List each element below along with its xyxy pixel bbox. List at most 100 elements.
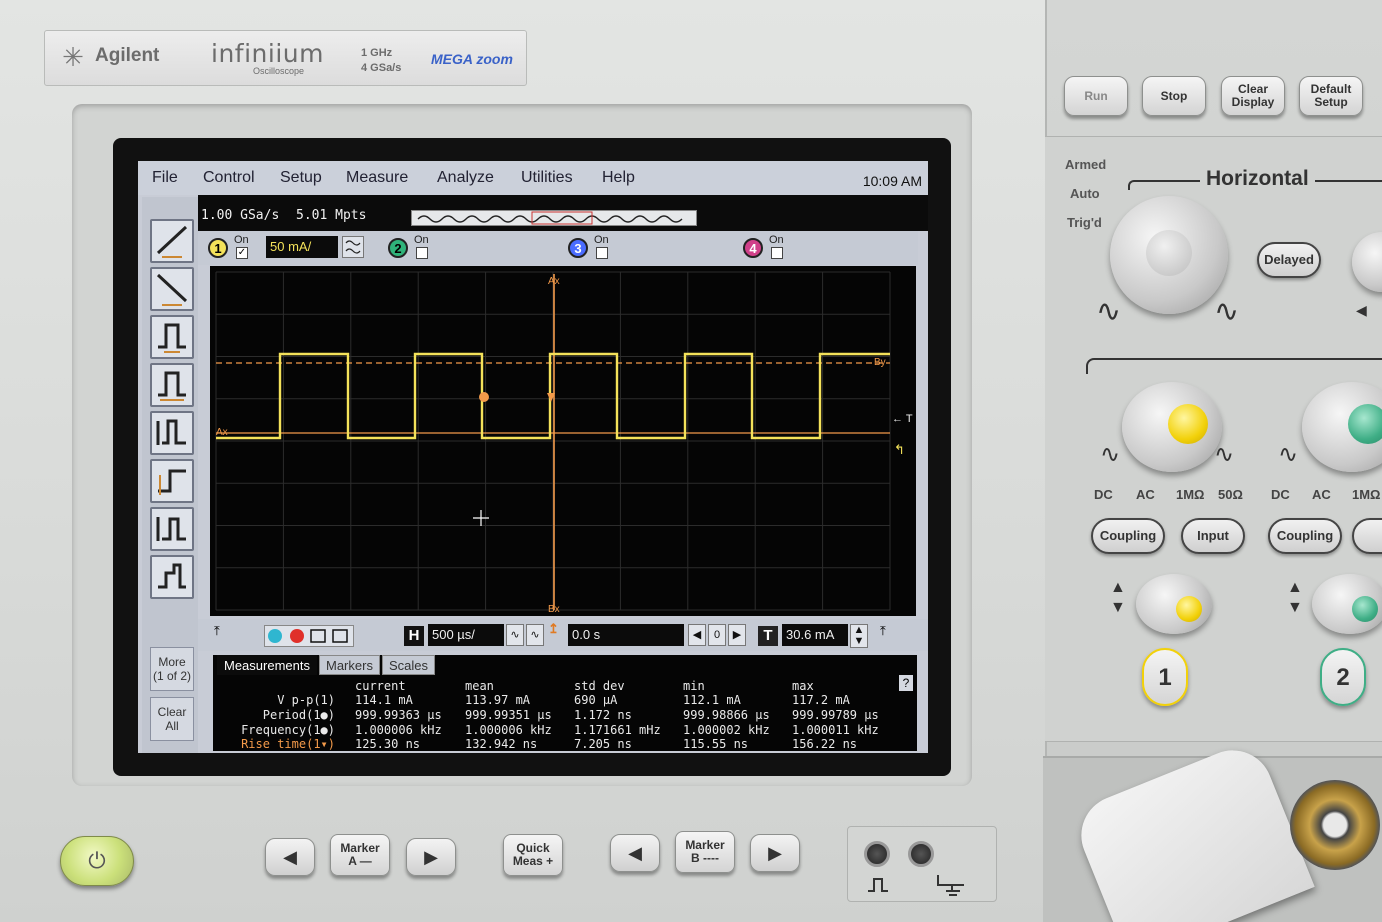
more-button[interactable]: More (1 of 2) [150,647,194,691]
table-cell: 132.942 ns [465,737,538,751]
falling-edge-tool[interactable] [150,267,194,311]
channel-1-scale[interactable]: 50 mA/ [266,236,338,258]
ch1-input-button[interactable]: Input [1181,518,1245,554]
marker-a-right-button[interactable]: ▶ [406,838,456,876]
measurement-help-button[interactable]: ? [899,675,913,691]
clear-display-button[interactable]: Clear Display [1221,76,1285,116]
channel-4-badge[interactable]: 4 [743,238,763,258]
channel-2-offset-knob[interactable] [1312,574,1382,634]
marker-b-right-button[interactable]: ▶ [750,834,800,872]
pulse-width-tool[interactable] [150,315,194,359]
power-button[interactable]: ⏻ [60,836,134,886]
channel-1-offset-knob[interactable] [1136,574,1212,634]
trigger-level-field[interactable]: 30.6 mA [782,624,848,646]
horizontal-knob-cap [1146,230,1192,276]
ch2-ac-label: AC [1312,487,1331,502]
horizontal-wave-right-icon: ∿ [1214,295,1240,328]
marker-a-left-button[interactable]: ◀ [265,838,315,876]
delay-left-button[interactable]: ◀ [688,624,706,646]
probe-comp-ground-terminal[interactable] [908,841,934,867]
scroll-up-icon[interactable]: ⤒ [214,623,220,639]
timebase-field[interactable]: 500 µs/ [428,624,504,646]
table-cell: 1.171661 mHz [574,723,661,737]
channel-4-checkbox[interactable] [771,247,783,259]
meas-row-vpp-name[interactable]: V p-p(1) [217,693,335,707]
menu-file[interactable]: File [152,169,178,187]
marker-top-label: Ax [548,276,560,287]
menu-setup[interactable]: Setup [280,169,322,187]
quick-meas-button[interactable]: Quick Meas + [503,834,563,876]
ch1-coupling-button[interactable]: Coupling [1091,518,1165,554]
record-overview[interactable] [411,210,697,226]
menu-control[interactable]: Control [203,169,255,187]
display-mode-buttons[interactable] [264,625,354,647]
timebase-mode-2[interactable]: ∿ [526,624,544,646]
pulse-setup-tool[interactable] [150,363,194,407]
channel-1-scale-knob[interactable] [1122,382,1222,472]
meas-row-period-name[interactable]: Period(1●) [217,708,335,722]
menu-analyze[interactable]: Analyze [437,169,494,187]
ground-reference-icon: ↰ [894,443,905,458]
meas-row-rise-time-name[interactable]: Rise time(1▾) [217,737,335,751]
rising-edge-tool[interactable] [150,219,194,263]
tab-markers[interactable]: Markers [319,655,380,675]
menu-help[interactable]: Help [602,169,635,187]
delay-field[interactable]: 0.0 s [568,624,684,646]
menu-measure[interactable]: Measure [346,169,408,187]
delayed-button[interactable]: Delayed [1257,242,1321,278]
marker-a-dot[interactable] [479,392,489,402]
table-cell: 156.22 ns [792,737,858,751]
scroll-top-icon[interactable]: ⤒ [880,623,886,639]
channel-2-badge[interactable]: 2 [388,238,408,258]
channel-3-badge[interactable]: 3 [568,238,588,258]
auto-indicator: Auto [1070,186,1100,201]
channel-1-badge[interactable]: 1 [208,238,228,258]
agilent-starburst-icon: ✳ [62,42,84,72]
meas-row-frequency-name[interactable]: Frequency(1●) [217,723,335,737]
channel-3-on-label: On [594,234,609,246]
tab-measurements[interactable]: Measurements [217,655,317,675]
run-button[interactable]: Run [1064,76,1128,116]
marker-b-left-button[interactable]: ◀ [610,834,660,872]
table-cell: 999.99363 µs [355,708,442,722]
channel-1-scale-adjust[interactable] [342,236,364,258]
channel-3-checkbox[interactable] [596,247,608,259]
runt-tool[interactable] [150,507,194,551]
crosshair-cursor-icon [473,510,489,526]
default-setup-button[interactable]: Default Setup [1299,76,1363,116]
channel-2-knob-cap [1348,404,1382,444]
delay-right-button[interactable]: ▶ [728,624,746,646]
step-tool[interactable] [150,459,194,503]
probe-comp-signal-terminal[interactable] [864,841,890,867]
brand-sample-rate: 4 GSa/s [361,62,402,74]
channel-1-checkbox[interactable]: ✓ [236,247,248,259]
timebase-mode-1[interactable]: ∿ [506,624,524,646]
clear-all-button[interactable]: Clear All [150,697,194,741]
stop-button[interactable]: Stop [1142,76,1206,116]
ch2-dc-label: DC [1271,487,1290,502]
tab-scales[interactable]: Scales [382,655,436,675]
trigger-level-stepper[interactable]: ▲ ▼ [850,624,868,648]
marker-b-button[interactable]: Marker B ---- [675,831,735,873]
channel-1-key[interactable]: 1 [1142,648,1188,706]
step-icon [158,469,186,495]
table-cell: 1.000006 kHz [465,723,552,737]
ch2-offset-arrows-icon: ▲ ▼ [1287,579,1303,616]
ch2-input-button[interactable] [1352,518,1382,554]
table-cell: 113.97 mA [465,693,531,707]
delay-zero-button[interactable]: 0 [708,624,726,646]
clock: 10:09 AM [862,173,922,189]
menu-utilities[interactable]: Utilities [521,169,573,187]
waveform-area[interactable]: Ax Bx By Ax ← T ↰ [210,266,916,616]
horizontal-scale-knob[interactable] [1110,196,1228,314]
channel-2-checkbox[interactable] [416,247,428,259]
bnc-connector[interactable] [1290,780,1380,870]
pulse-fall-tool[interactable] [150,411,194,455]
timeout-tool[interactable] [150,555,194,599]
marker-a-button[interactable]: Marker A — [330,834,390,876]
ch2-coupling-button[interactable]: Coupling [1268,518,1342,554]
brand-plate: ✳ Agilent infiniium Oscilloscope 1 GHz 4… [44,30,527,86]
channel-2-key[interactable]: 2 [1320,648,1366,706]
table-cell: 115.55 ns [683,737,749,751]
armed-indicator: Armed [1065,157,1107,172]
